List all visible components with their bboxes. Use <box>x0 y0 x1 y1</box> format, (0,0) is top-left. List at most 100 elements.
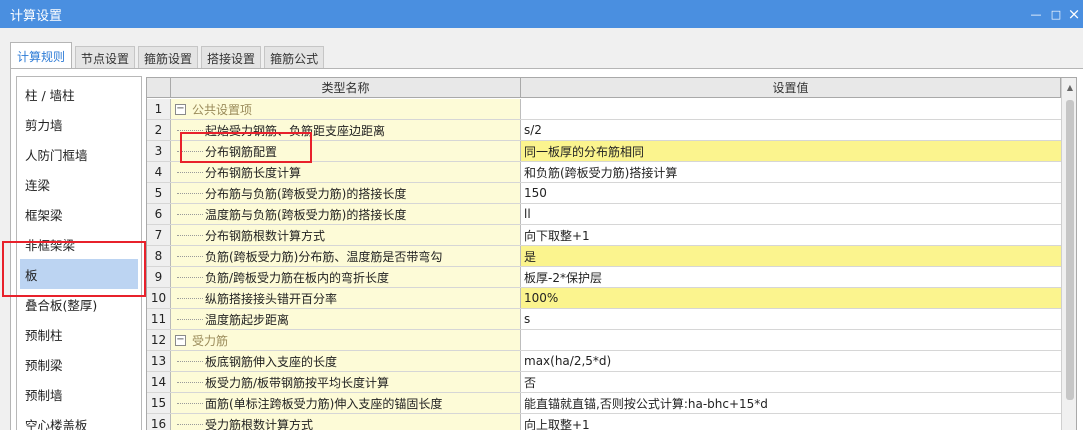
column-header-name[interactable]: 类型名称 <box>171 78 521 97</box>
collapse-icon[interactable]: − <box>175 334 186 346</box>
table-row[interactable]: 14 板受力筋/板带钢筋按平均长度计算 否 <box>147 372 1061 393</box>
setting-name-cell[interactable]: 板底钢筋伸入支座的长度 <box>171 351 521 371</box>
row-number: 11 <box>147 309 171 329</box>
setting-value-cell[interactable]: 是 <box>521 246 1061 266</box>
setting-value-cell[interactable]: 150 <box>521 183 1061 203</box>
setting-name-cell[interactable]: 板受力筋/板带钢筋按平均长度计算 <box>171 372 521 392</box>
tree-line <box>177 192 203 194</box>
setting-value-cell[interactable]: 同一板厚的分布筋相同 <box>521 141 1061 161</box>
row-number: 7 <box>147 225 171 245</box>
setting-value-cell[interactable]: 和负筋(跨板受力筋)搭接计算 <box>521 162 1061 182</box>
list-item-precast-column[interactable]: 预制柱 <box>17 319 141 349</box>
group-row[interactable]: 1− 公共设置项 <box>147 99 1061 120</box>
vertical-scrollbar[interactable]: ▲ <box>1061 78 1076 430</box>
row-number: 16 <box>147 414 171 430</box>
list-item-frame-beam[interactable]: 框架梁 <box>17 199 141 229</box>
setting-name-cell[interactable]: 受力筋根数计算方式 <box>171 414 521 430</box>
setting-name-cell[interactable]: 负筋/跨板受力筋在板内的弯折长度 <box>171 267 521 287</box>
row-number: 15 <box>147 393 171 413</box>
setting-name-cell[interactable]: 分布钢筋配置 <box>171 141 521 161</box>
table-row[interactable]: 10 纵筋搭接接头错开百分率 100% <box>147 288 1061 309</box>
setting-name-label: 纵筋搭接接头错开百分率 <box>205 291 338 306</box>
collapse-icon[interactable]: − <box>175 103 186 115</box>
tree-line <box>177 318 203 320</box>
setting-value-cell[interactable] <box>521 330 1061 350</box>
setting-name-cell[interactable]: 面筋(单标注跨板受力筋)伸入支座的锚固长度 <box>171 393 521 413</box>
table-row[interactable]: 4 分布钢筋长度计算 和负筋(跨板受力筋)搭接计算 <box>147 162 1061 183</box>
setting-name-cell[interactable]: 温度筋与负筋(跨板受力筋)的搭接长度 <box>171 204 521 224</box>
tree-line <box>177 150 203 152</box>
list-item-coupling-beam[interactable]: 连梁 <box>17 169 141 199</box>
setting-name-label: 分布筋与负筋(跨板受力筋)的搭接长度 <box>205 186 407 201</box>
scroll-up-icon[interactable]: ▲ <box>1062 78 1076 96</box>
row-number: 2 <box>147 120 171 140</box>
maximize-icon[interactable]: □ <box>1046 0 1066 28</box>
list-item-hollow-slab[interactable]: 空心楼盖板 <box>17 409 141 430</box>
list-item-precast-wall[interactable]: 预制墙 <box>17 379 141 409</box>
tab-stirrup-formula[interactable]: 箍筋公式 <box>264 46 325 69</box>
list-item-slab[interactable]: 板 <box>20 259 138 289</box>
setting-value-cell[interactable]: 100% <box>521 288 1061 308</box>
tab-calc-rules[interactable]: 计算规则 <box>10 42 73 69</box>
list-item-shear-wall[interactable]: 剪力墙 <box>17 109 141 139</box>
grid-header: 类型名称 设置值 <box>147 78 1076 98</box>
tree-line <box>177 129 203 131</box>
tree-line <box>177 234 203 236</box>
setting-value-cell[interactable]: 向上取整+1 <box>521 414 1061 430</box>
table-row[interactable]: 2 起始受力钢筋、负筋距支座边距离 s/2 <box>147 120 1061 141</box>
minimize-icon[interactable]: — <box>1026 0 1046 28</box>
table-row[interactable]: 8 负筋(跨板受力筋)分布筋、温度筋是否带弯勾 是 <box>147 246 1061 267</box>
setting-name-label: 面筋(单标注跨板受力筋)伸入支座的锚固长度 <box>205 396 443 411</box>
table-row[interactable]: 15 面筋(单标注跨板受力筋)伸入支座的锚固长度 能直锚就直锚,否则按公式计算:ha… <box>147 393 1061 414</box>
tab-lap-settings[interactable]: 搭接设置 <box>201 46 262 69</box>
setting-name-label: 分布钢筋根数计算方式 <box>205 228 326 243</box>
list-item-non-frame-beam[interactable]: 非框架梁 <box>17 229 141 259</box>
group-name-cell[interactable]: − 受力筋 <box>171 330 521 350</box>
column-header-value[interactable]: 设置值 <box>521 78 1061 97</box>
tree-line <box>177 297 203 299</box>
table-row[interactable]: 13 板底钢筋伸入支座的长度 max(ha/2,5*d) <box>147 351 1061 372</box>
close-icon[interactable]: × <box>1064 0 1083 28</box>
setting-name-cell[interactable]: 分布筋与负筋(跨板受力筋)的搭接长度 <box>171 183 521 203</box>
setting-value-cell[interactable]: max(ha/2,5*d) <box>521 351 1061 371</box>
table-row[interactable]: 5 分布筋与负筋(跨板受力筋)的搭接长度 150 <box>147 183 1061 204</box>
setting-value-cell[interactable]: 板厚-2*保护层 <box>521 267 1061 287</box>
row-number: 10 <box>147 288 171 308</box>
setting-value-cell[interactable]: ll <box>521 204 1061 224</box>
setting-name-cell[interactable]: 分布钢筋根数计算方式 <box>171 225 521 245</box>
table-row[interactable]: 16 受力筋根数计算方式 向上取整+1 <box>147 414 1061 430</box>
list-item-blast-door-frame[interactable]: 人防门框墙 <box>17 139 141 169</box>
list-item-composite-slab[interactable]: 叠合板(整厚) <box>17 289 141 319</box>
setting-name-label: 负筋/跨板受力筋在板内的弯折长度 <box>205 270 390 285</box>
setting-name-label: 受力筋 <box>192 333 229 348</box>
table-row[interactable]: 3 分布钢筋配置 同一板厚的分布筋相同 <box>147 141 1061 162</box>
table-row[interactable]: 11 温度筋起步距离 s <box>147 309 1061 330</box>
setting-name-label: 温度筋与负筋(跨板受力筋)的搭接长度 <box>205 207 407 222</box>
table-row[interactable]: 7 分布钢筋根数计算方式 向下取整+1 <box>147 225 1061 246</box>
setting-value-cell[interactable]: 能直锚就直锚,否则按公式计算:ha-bhc+15*d <box>521 393 1061 413</box>
list-item-column[interactable]: 柱 / 墙柱 <box>17 79 141 109</box>
setting-name-cell[interactable]: 起始受力钢筋、负筋距支座边距离 <box>171 120 521 140</box>
row-number: 12 <box>147 330 171 350</box>
setting-name-cell[interactable]: 分布钢筋长度计算 <box>171 162 521 182</box>
setting-value-cell[interactable]: 向下取整+1 <box>521 225 1061 245</box>
group-row[interactable]: 12− 受力筋 <box>147 330 1061 351</box>
table-row[interactable]: 9 负筋/跨板受力筋在板内的弯折长度 板厚-2*保护层 <box>147 267 1061 288</box>
list-item-precast-beam[interactable]: 预制梁 <box>17 349 141 379</box>
row-number: 13 <box>147 351 171 371</box>
row-number: 6 <box>147 204 171 224</box>
setting-value-cell[interactable]: 否 <box>521 372 1061 392</box>
setting-name-label: 分布钢筋配置 <box>205 144 278 159</box>
setting-value-cell[interactable]: s <box>521 309 1061 329</box>
setting-value-cell[interactable] <box>521 99 1061 119</box>
table-row[interactable]: 6 温度筋与负筋(跨板受力筋)的搭接长度 ll <box>147 204 1061 225</box>
scrollbar-thumb[interactable] <box>1066 100 1074 400</box>
row-number: 14 <box>147 372 171 392</box>
tab-node-settings[interactable]: 节点设置 <box>75 46 136 69</box>
setting-name-cell[interactable]: 负筋(跨板受力筋)分布筋、温度筋是否带弯勾 <box>171 246 521 266</box>
tab-stirrup-settings[interactable]: 箍筋设置 <box>138 46 199 69</box>
setting-name-cell[interactable]: 纵筋搭接接头错开百分率 <box>171 288 521 308</box>
group-name-cell[interactable]: − 公共设置项 <box>171 99 521 119</box>
setting-name-cell[interactable]: 温度筋起步距离 <box>171 309 521 329</box>
setting-value-cell[interactable]: s/2 <box>521 120 1061 140</box>
